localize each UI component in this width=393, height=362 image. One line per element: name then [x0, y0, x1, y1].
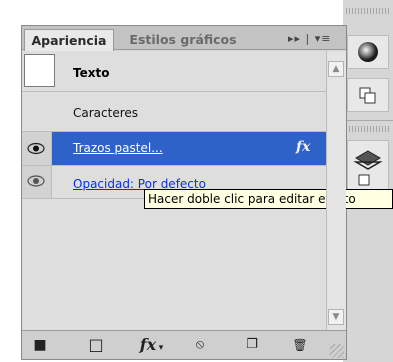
add-stroke-icon[interactable]: ■	[28, 335, 52, 355]
clear-appearance-icon[interactable]: ⦸	[188, 335, 212, 355]
visibility-cell[interactable]	[22, 166, 52, 198]
resize-grip[interactable]	[330, 344, 344, 358]
gradient-circle-icon[interactable]	[347, 35, 389, 69]
tooltip: Hacer doble clic para editar efecto	[144, 189, 393, 209]
gradient-circle-icon-graphic	[358, 42, 378, 62]
eye-icon[interactable]	[22, 166, 52, 198]
fx-menu-icon[interactable]: fx	[138, 335, 158, 355]
eye-icon[interactable]	[22, 132, 52, 165]
add-fill-icon[interactable]: □	[84, 335, 108, 355]
row-divider	[22, 91, 326, 92]
trash-icon[interactable]: 🗑	[288, 335, 312, 355]
transform-icon-graphic	[359, 87, 376, 104]
tab-estilos-graficos[interactable]: Estilos gráficos	[118, 29, 248, 50]
effect-row-selected[interactable]	[22, 132, 326, 165]
layers-icon[interactable]	[347, 140, 389, 194]
scroll-down-arrow[interactable]: ▼	[328, 309, 344, 325]
characters-item[interactable]: Caracteres	[73, 106, 138, 120]
effect-link[interactable]: Trazos pastel...	[73, 141, 163, 155]
object-swatch	[24, 54, 55, 87]
dock-grip-2[interactable]	[346, 126, 390, 132]
object-target-label[interactable]: Texto	[73, 66, 109, 80]
row-divider	[22, 165, 326, 166]
fx-menu-arrow-icon[interactable]: ▾	[156, 338, 166, 358]
fx-icon: fx	[296, 139, 311, 155]
vertical-scrollbar[interactable]	[326, 51, 346, 330]
dock-grip[interactable]	[346, 8, 390, 14]
transform-icon[interactable]	[347, 78, 389, 112]
duplicate-item-icon[interactable]: ❐	[240, 335, 264, 355]
visibility-cell[interactable]	[22, 132, 52, 165]
tab-apariencia[interactable]: Apariencia	[24, 29, 114, 51]
panel-menu-button[interactable]: ▸▸ | ▾≡	[288, 30, 340, 48]
scroll-up-arrow[interactable]: ▲	[328, 61, 344, 77]
dock-separator	[343, 120, 393, 121]
layers-icon-graphic	[353, 150, 383, 186]
